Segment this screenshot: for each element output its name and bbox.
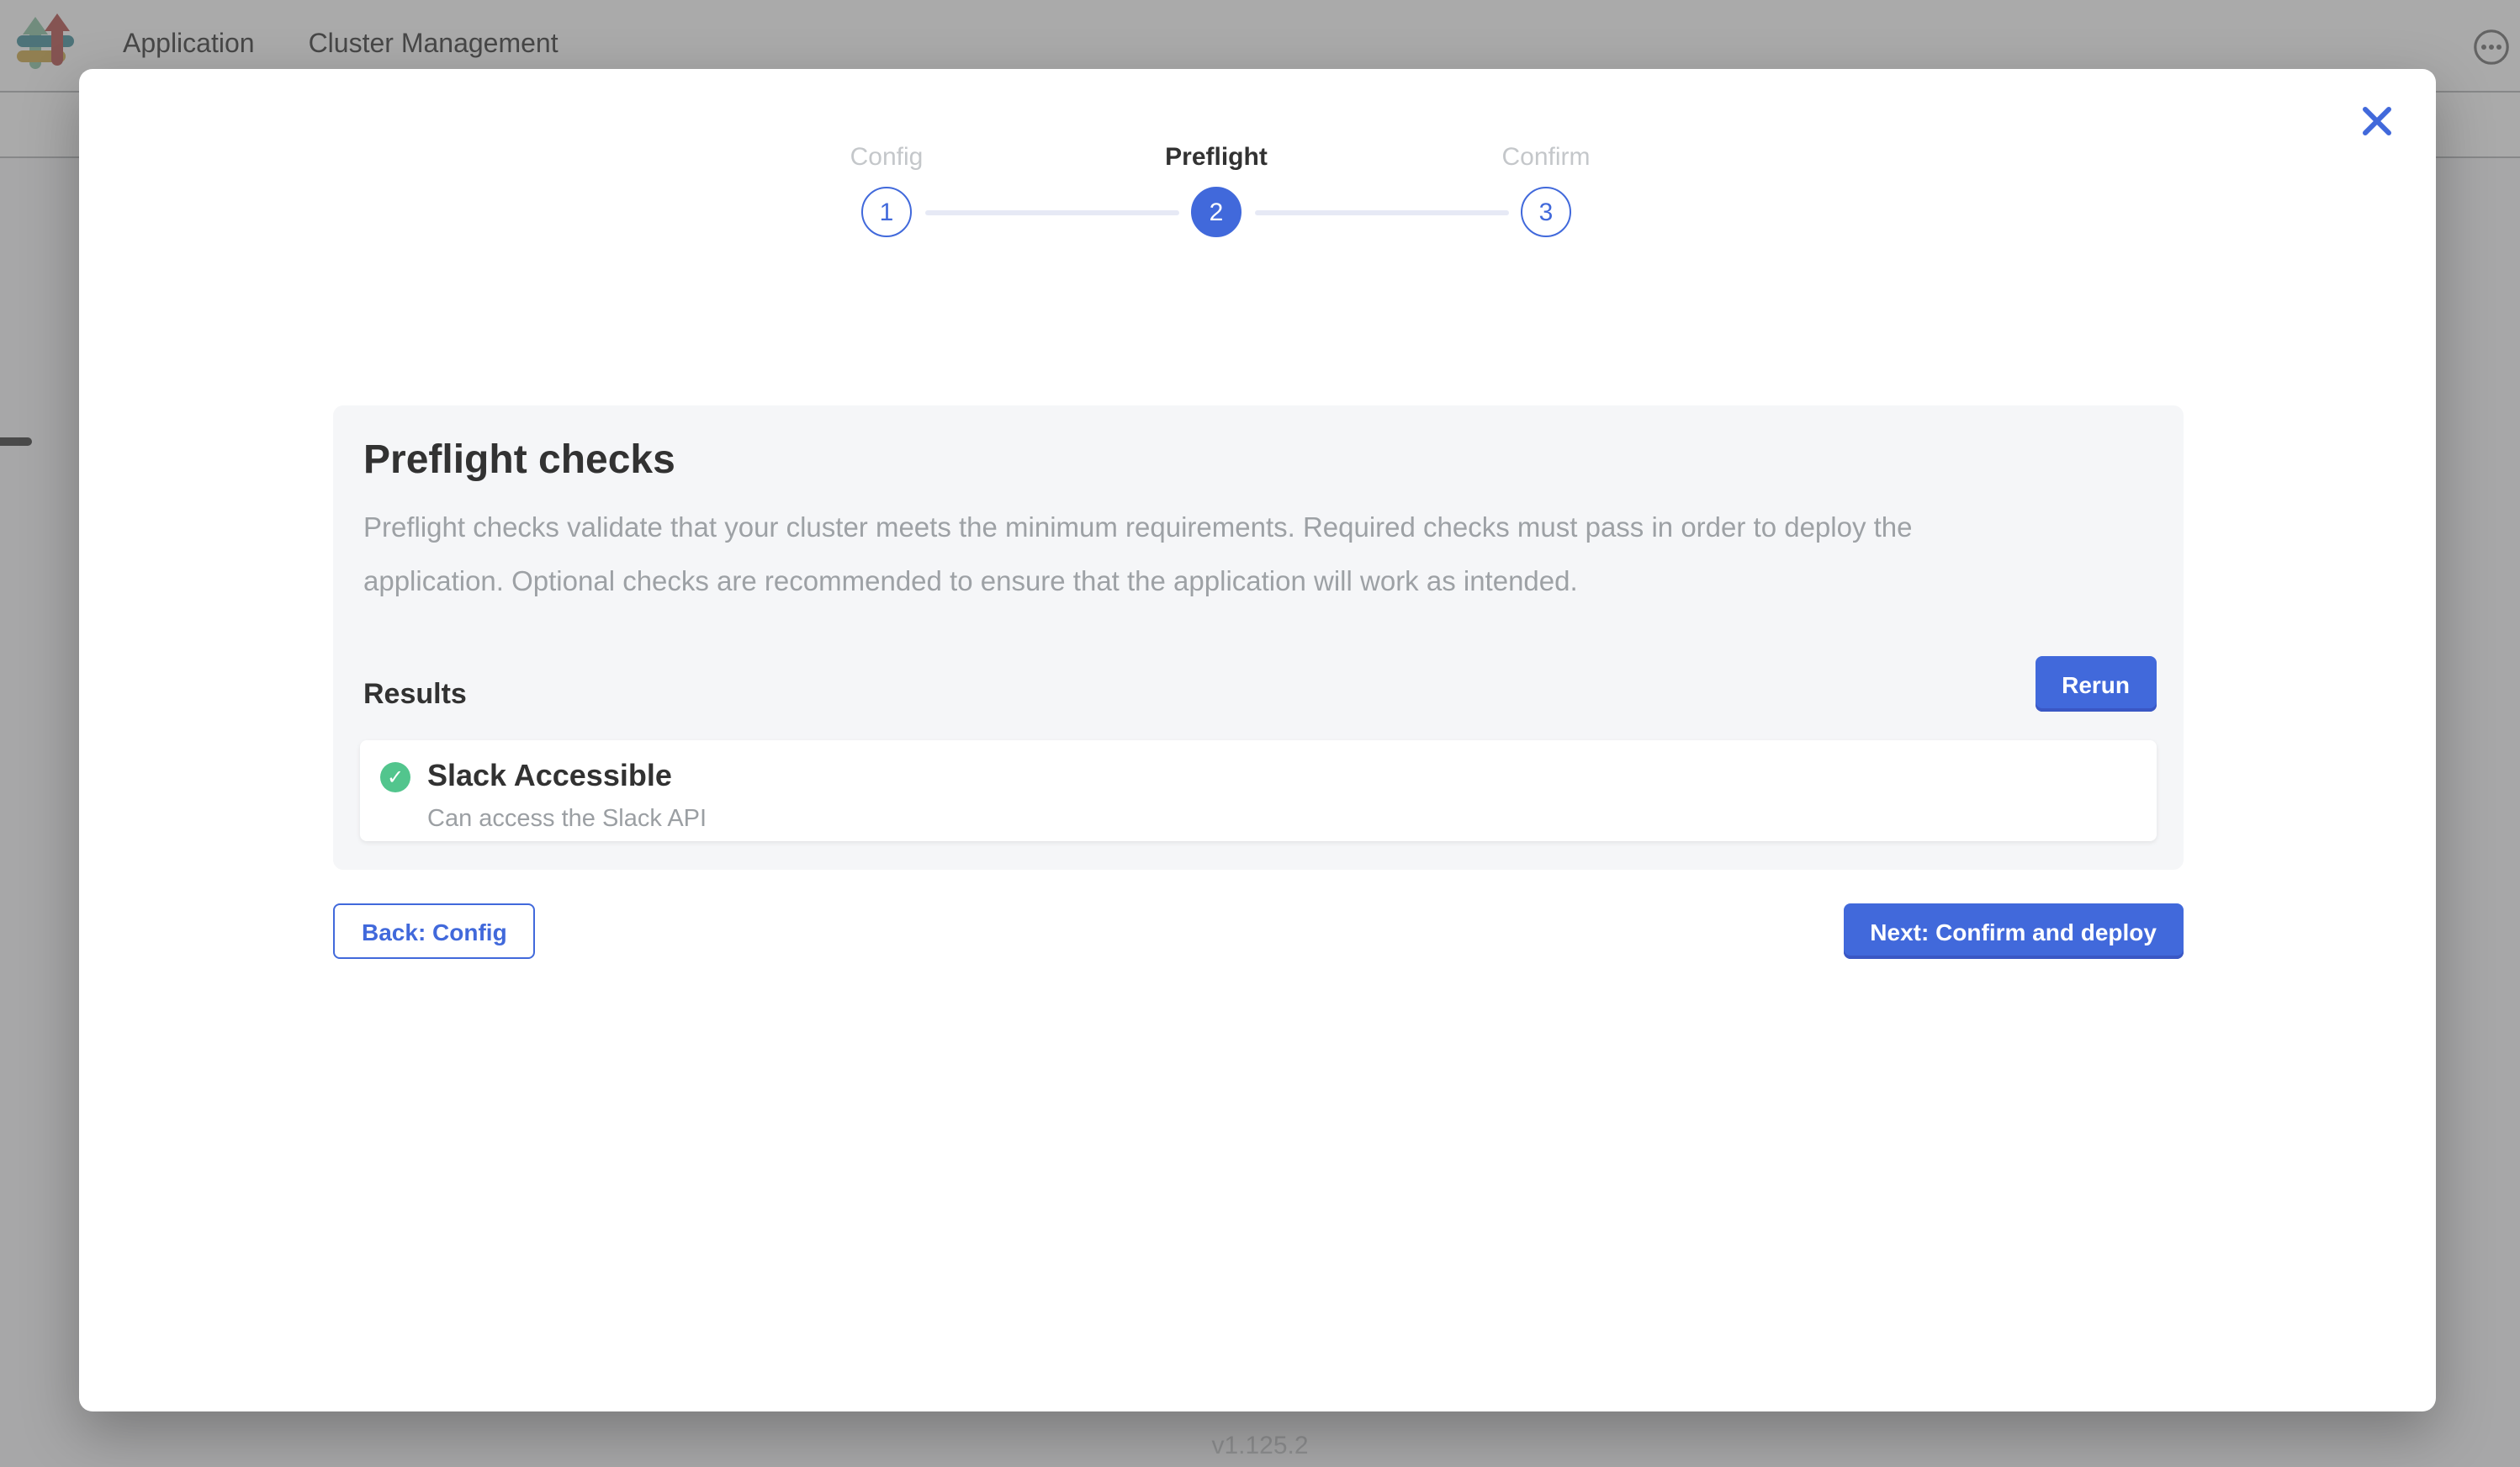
close-icon bbox=[2359, 103, 2396, 140]
close-button[interactable] bbox=[2355, 99, 2399, 143]
stepper-step-preflight: Preflight 2 bbox=[1051, 141, 1381, 237]
step-label: Preflight bbox=[1165, 141, 1268, 173]
stepper-step-confirm: Confirm 3 bbox=[1381, 141, 1711, 237]
step-circle-3[interactable]: 3 bbox=[1521, 187, 1571, 237]
preflight-check-result: ✓ Slack Accessible Can access the Slack … bbox=[360, 740, 2157, 841]
step-label: Config bbox=[850, 141, 924, 173]
preflight-modal: Config 1 Preflight 2 Confirm 3 Preflight… bbox=[79, 69, 2436, 1411]
step-circle-2[interactable]: 2 bbox=[1191, 187, 1241, 237]
next-confirm-deploy-button[interactable]: Next: Confirm and deploy bbox=[1843, 903, 2184, 959]
panel-title: Preflight checks bbox=[363, 436, 2157, 486]
check-detail: Can access the Slack API bbox=[427, 806, 2130, 833]
results-title: Results bbox=[363, 678, 467, 712]
stepper-step-config: Config 1 bbox=[722, 141, 1051, 237]
panel-description-line: Preflight checks validate that your clus… bbox=[363, 503, 2157, 556]
check-head: ✓ Slack Accessible bbox=[380, 759, 2130, 794]
back-config-button[interactable]: Back: Config bbox=[333, 903, 536, 959]
screen: Application Cluster Management v1.125.2 bbox=[0, 0, 2520, 1467]
preflight-panel: Preflight checks Preflight checks valida… bbox=[333, 405, 2184, 870]
check-name: Slack Accessible bbox=[427, 759, 672, 794]
check-pass-icon: ✓ bbox=[380, 761, 410, 792]
step-circle-1[interactable]: 1 bbox=[861, 187, 912, 237]
panel-description: Preflight checks validate that your clus… bbox=[363, 503, 2157, 609]
results-header-row: Results Rerun bbox=[360, 656, 2157, 712]
modal-footer: Back: Config Next: Confirm and deploy bbox=[333, 903, 2184, 959]
panel-description-line: application. Optional checks are recomme… bbox=[363, 556, 2157, 609]
wizard-stepper: Config 1 Preflight 2 Confirm 3 bbox=[722, 141, 1711, 293]
rerun-button[interactable]: Rerun bbox=[2035, 656, 2157, 712]
step-label: Confirm bbox=[1501, 141, 1590, 173]
